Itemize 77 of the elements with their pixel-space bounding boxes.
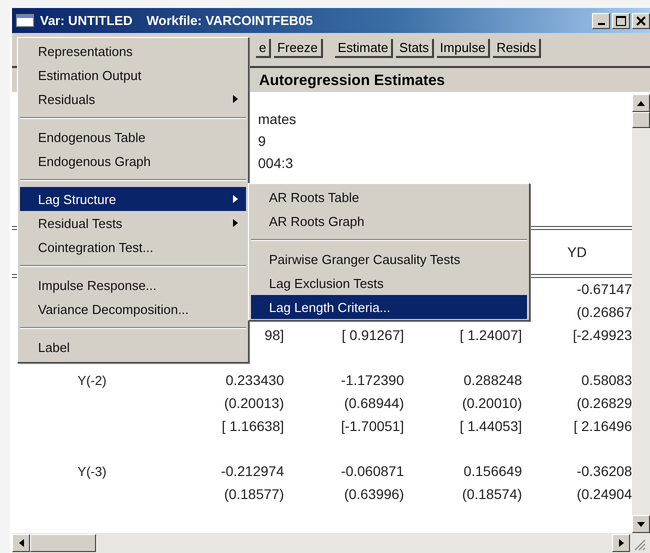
- table-cell-text: -0.212974: [220, 462, 284, 481]
- scroll-thumb[interactable]: [632, 112, 650, 128]
- toolbar-button[interactable]: Freeze: [274, 38, 323, 58]
- menu-item[interactable]: Representations: [20, 39, 246, 63]
- menu-item[interactable]: AR Roots Graph: [251, 209, 527, 233]
- close-icon: [636, 16, 646, 26]
- window-icon: [16, 14, 34, 27]
- table-cell-text: [-1.70051]: [340, 417, 404, 436]
- menu-item[interactable]: Lag Structure: [20, 187, 246, 211]
- submenu-arrow-icon: [233, 219, 238, 227]
- table-cell-text: 0.233430: [224, 371, 284, 390]
- toolbar-button[interactable]: Stats: [396, 38, 434, 58]
- table-cell-text: [-2.49923: [572, 326, 632, 345]
- close-button[interactable]: [632, 12, 650, 28]
- column-header: YD: [566, 243, 588, 262]
- table-cell-text: 0.288248: [462, 371, 522, 390]
- table-cell-text: [ 1.16638]: [220, 417, 284, 436]
- output-text: 9: [258, 132, 267, 151]
- menu-item[interactable]: Endogenous Table: [20, 125, 246, 149]
- row-label: Y(-3): [76, 463, 108, 481]
- horizontal-scrollbar[interactable]: [12, 533, 650, 553]
- left-arrow-icon: [18, 539, 24, 547]
- menu-item[interactable]: Estimation Output: [20, 63, 246, 87]
- scroll-right-button[interactable]: [612, 534, 630, 552]
- menu-item[interactable]: AR Roots Table: [251, 185, 527, 209]
- submenu-arrow-icon: [233, 195, 238, 203]
- output-text: 004:3: [258, 154, 294, 173]
- toolbar-button[interactable]: Estimate: [334, 38, 394, 58]
- table-cell-text: -0.36208: [576, 462, 632, 481]
- table-cell-text: 0.58083: [580, 371, 632, 390]
- table-cell-text: 98]: [264, 326, 284, 345]
- submenu-arrow-icon: [233, 95, 238, 103]
- up-arrow-icon: [637, 100, 645, 106]
- menu-item[interactable]: Lag Exclusion Tests: [251, 271, 527, 295]
- workfile-name: Workfile: VARCOINTFEB05: [146, 13, 313, 28]
- minimize-icon: [598, 23, 604, 25]
- menu-item[interactable]: Variance Decomposition...: [20, 297, 246, 321]
- table-cell-text: (0.20013): [223, 394, 284, 413]
- table-cell-text: (0.63996): [343, 485, 404, 504]
- menu-item[interactable]: Pairwise Granger Causality Tests: [251, 247, 527, 271]
- scroll-left-button[interactable]: [12, 534, 30, 552]
- table-cell-text: (0.26829: [576, 394, 632, 413]
- row-label: Y(-2): [76, 372, 108, 390]
- vertical-scrollbar[interactable]: [632, 94, 650, 533]
- window-title: Var: UNTITLED: [40, 13, 132, 28]
- menu-item[interactable]: Endogenous Graph: [20, 149, 246, 173]
- table-cell-text: [ 2.16496: [572, 417, 632, 436]
- table-cell-text: (0.26867: [576, 303, 632, 322]
- table-cell-text: (0.24904: [576, 485, 632, 504]
- table-cell-text: -1.172390: [340, 371, 404, 390]
- table-cell-text: (0.20010): [461, 394, 522, 413]
- output-text: mates: [258, 110, 298, 129]
- menu-item[interactable]: Residual Tests: [20, 211, 246, 235]
- menu-item[interactable]: Impulse Response...: [20, 273, 246, 297]
- table-cell-text: [ 1.24007]: [458, 326, 522, 345]
- table-cell-text: [ 0.91267]: [340, 326, 404, 345]
- minimize-button[interactable]: [592, 12, 610, 28]
- menu-item[interactable]: Label: [20, 335, 246, 359]
- table-cell-text: -0.67147: [576, 280, 632, 299]
- menu-item[interactable]: Lag Length Criteria...: [251, 295, 527, 319]
- scroll-thumb[interactable]: [30, 534, 96, 552]
- table-cell-text: [ 1.44053]: [458, 417, 522, 436]
- table-cell-text: (0.68944): [343, 394, 404, 413]
- scroll-down-button[interactable]: [632, 515, 650, 533]
- right-arrow-icon: [618, 539, 624, 547]
- table-cell-text: 0.156649: [462, 462, 522, 481]
- down-arrow-icon: [637, 522, 645, 526]
- maximize-button[interactable]: [612, 12, 630, 28]
- maximize-icon: [616, 16, 626, 26]
- table-cell-text: -0.060871: [340, 462, 404, 481]
- menu-item[interactable]: Cointegration Test...: [20, 235, 246, 259]
- table-cell-text: (0.18577): [223, 485, 284, 504]
- scroll-up-button[interactable]: [632, 94, 650, 112]
- toolbar-button[interactable]: Impulse: [436, 38, 490, 58]
- table-cell-text: (0.18574): [461, 485, 522, 504]
- toolbar-button[interactable]: Resids: [493, 38, 542, 58]
- toolbar-button[interactable]: e: [256, 38, 272, 58]
